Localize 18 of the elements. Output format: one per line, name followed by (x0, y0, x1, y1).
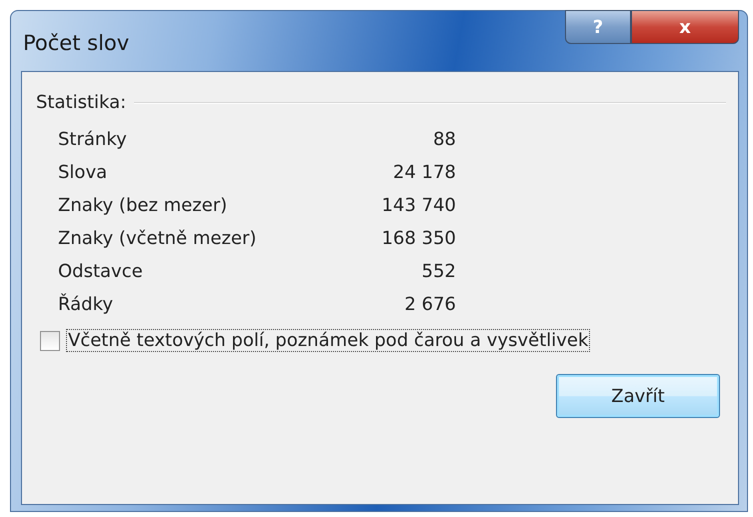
stat-label: Řádky (58, 294, 114, 315)
stat-value: 24 178 (393, 162, 456, 183)
stat-value: 2 676 (404, 294, 456, 315)
checkbox-label[interactable]: Včetně textových polí, poznámek pod čarou a vysvětlivek (66, 329, 590, 352)
stat-label: Slova (58, 162, 108, 183)
close-button[interactable]: x (631, 10, 739, 44)
window-title: Počet slov (23, 31, 130, 55)
stat-value: 168 350 (382, 228, 456, 249)
checkbox[interactable] (40, 330, 60, 350)
stat-label: Odstavce (58, 261, 143, 282)
stat-label: Znaky (včetně mezer) (58, 228, 256, 249)
stat-label: Znaky (bez mezer) (58, 195, 228, 216)
stat-value: 552 (422, 261, 456, 282)
group-heading: Statistika: (36, 92, 126, 113)
stat-value: 88 (433, 129, 456, 150)
stat-label: Stránky (58, 129, 127, 150)
stat-value: 143 740 (382, 195, 456, 216)
close-dialog-button[interactable]: Zavřít (556, 374, 720, 418)
